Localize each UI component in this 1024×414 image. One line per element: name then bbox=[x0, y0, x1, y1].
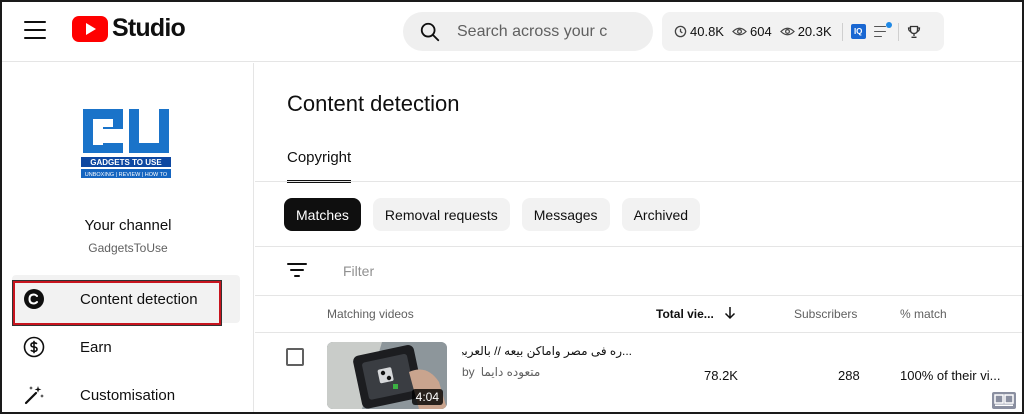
video-thumbnail[interactable]: 4:04 bbox=[327, 342, 447, 409]
views-48h-stat: 604 bbox=[732, 24, 772, 39]
sidebar-item-customisation[interactable]: Customisation bbox=[12, 371, 240, 412]
eye-icon bbox=[732, 27, 747, 36]
channel-title: Your channel bbox=[84, 217, 172, 234]
stats-divider bbox=[897, 22, 899, 41]
magic-wand-icon bbox=[22, 383, 46, 407]
video-title[interactable]: ...ره فى مصر واماكن بيعه // بالعربى bbox=[462, 344, 632, 358]
stats-divider bbox=[841, 22, 843, 41]
gadgets-to-use-logo: GADGETS TO USE UNBOXING | REVIEW | HOW T… bbox=[81, 109, 171, 178]
sidebar-item-label: Earn bbox=[80, 338, 112, 356]
tab-copyright[interactable]: Copyright bbox=[287, 149, 352, 183]
vidiq-icon[interactable]: IQ bbox=[850, 24, 866, 39]
notification-dot bbox=[885, 21, 892, 28]
row-checkbox[interactable] bbox=[286, 348, 304, 366]
copyright-icon bbox=[22, 287, 46, 311]
chip-messages[interactable]: Messages bbox=[521, 198, 610, 231]
dollar-icon bbox=[22, 335, 46, 359]
views-total-stat: 20.3K bbox=[779, 24, 832, 39]
by-label: by bbox=[462, 365, 475, 379]
clock-icon bbox=[674, 25, 687, 38]
search-input[interactable] bbox=[457, 22, 607, 41]
menu-icon[interactable] bbox=[24, 21, 46, 39]
sidebar-item-label: Content detection bbox=[80, 290, 198, 308]
video-uploader: by متعوده دايما bbox=[462, 365, 540, 379]
table-divider bbox=[255, 295, 1022, 296]
chip-archived[interactable]: Archived bbox=[621, 198, 701, 231]
sidebar-item-content-detection[interactable]: Content detection bbox=[12, 275, 240, 323]
sidebar: GADGETS TO USE UNBOXING | REVIEW | HOW T… bbox=[2, 63, 254, 412]
sidebar-item-label: Customisation bbox=[80, 386, 176, 404]
sort-down-arrow-icon[interactable] bbox=[723, 306, 737, 320]
trophy-icon[interactable] bbox=[907, 25, 921, 39]
column-header-subscribers[interactable]: Subscribers bbox=[794, 307, 857, 321]
youtube-play-icon bbox=[72, 15, 108, 42]
subscribers-cell: 288 bbox=[838, 368, 860, 383]
match-cell: 100% of their vi... bbox=[900, 368, 1001, 383]
studio-logo[interactable]: Studio bbox=[72, 14, 186, 43]
video-duration: 4:04 bbox=[411, 389, 443, 405]
chip-matches[interactable]: Matches bbox=[284, 198, 361, 231]
eye-icon bbox=[779, 27, 795, 36]
page-title: Content detection bbox=[287, 91, 460, 116]
filter-input[interactable] bbox=[343, 263, 543, 279]
views-cell: 78.2K bbox=[704, 368, 738, 383]
svg-text:UNBOXING | REVIEW | HOW TO: UNBOXING | REVIEW | HOW TO bbox=[85, 172, 168, 178]
column-header-total-views[interactable]: Total vie... bbox=[656, 307, 714, 321]
tabs-divider bbox=[255, 181, 1022, 182]
filter-divider bbox=[255, 246, 1022, 247]
filter-chips: Matches Removal requests Messages Archiv… bbox=[284, 198, 701, 231]
views-total-value: 20.3K bbox=[797, 24, 832, 39]
sidebar-item-earn[interactable]: Earn bbox=[12, 323, 240, 371]
search-bar[interactable] bbox=[403, 12, 653, 51]
stats-panel: 40.8K 604 20.3K IQ bbox=[662, 12, 944, 51]
uploader-channel[interactable]: متعوده دايما bbox=[481, 365, 541, 379]
header-divider bbox=[255, 332, 1022, 333]
filter-icon[interactable] bbox=[287, 263, 309, 279]
search-icon[interactable] bbox=[419, 21, 441, 43]
top-bar: Studio 40.8K 604 bbox=[2, 2, 1022, 62]
subscribers-stat: 40.8K bbox=[674, 24, 724, 39]
watermark-logo bbox=[992, 392, 1016, 409]
chip-removal-requests[interactable]: Removal requests bbox=[372, 198, 510, 231]
column-header-match[interactable]: % match bbox=[900, 307, 947, 321]
views-48h-value: 604 bbox=[749, 24, 772, 39]
column-header-matching-videos: Matching videos bbox=[327, 307, 414, 321]
channel-name: GadgetsToUse bbox=[88, 241, 168, 255]
svg-text:GADGETS TO USE: GADGETS TO USE bbox=[90, 158, 162, 167]
channel-avatar[interactable]: GADGETS TO USE UNBOXING | REVIEW | HOW T… bbox=[77, 101, 175, 186]
filter-bar bbox=[287, 258, 543, 284]
subscribers-value: 40.8K bbox=[690, 24, 724, 39]
app-window: Studio 40.8K 604 bbox=[0, 0, 1024, 414]
main-content: Content detection Copyright Matches Remo… bbox=[255, 63, 1022, 412]
list-icon[interactable] bbox=[873, 21, 892, 38]
logo-text: Studio bbox=[112, 14, 186, 42]
